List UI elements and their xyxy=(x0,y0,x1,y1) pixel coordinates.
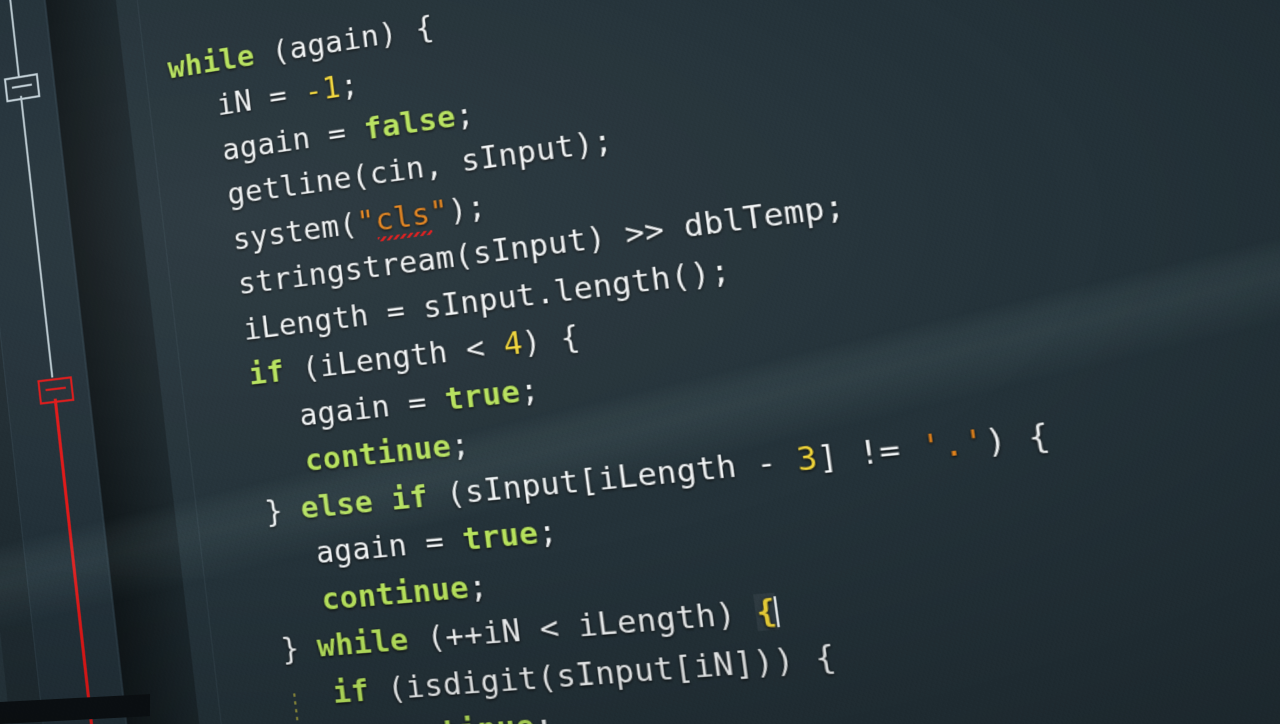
code-token: '.' xyxy=(918,422,988,467)
code-token: false xyxy=(361,98,458,147)
code-token: if xyxy=(330,672,372,711)
code-token: again = xyxy=(220,112,367,168)
fold-guide-line xyxy=(19,95,54,378)
misspelled-token: cls xyxy=(373,196,433,242)
code-line[interactable]: continue; xyxy=(382,702,557,724)
code-line[interactable]: stringstream(sInput) >> dblTemp; xyxy=(236,182,849,307)
code-token: getline(cin, sInput); xyxy=(225,123,615,213)
code-token: 3 xyxy=(794,439,820,479)
code-token: " xyxy=(427,193,451,231)
text-caret xyxy=(773,596,780,628)
code-token: ) { xyxy=(982,416,1053,461)
line-number: 533 xyxy=(0,605,2,659)
code-token: ; xyxy=(453,96,477,134)
code-token: ; xyxy=(533,707,557,724)
code-token: again = xyxy=(313,522,465,571)
code-token: continue xyxy=(383,709,537,724)
code-token: (iLength < xyxy=(282,328,506,389)
fold-toggle-icon[interactable] xyxy=(37,376,75,405)
code-token: } xyxy=(263,491,303,530)
code-token: (isdigit(sInput[iN])) { xyxy=(366,638,839,708)
indent-guide xyxy=(293,692,314,724)
code-token: } xyxy=(279,629,320,668)
code-line[interactable]: system("cls"); xyxy=(230,183,488,263)
code-token: while xyxy=(315,622,411,665)
code-token: ; xyxy=(535,513,560,552)
code-line[interactable]: continue; xyxy=(319,562,490,623)
code-token: again = xyxy=(297,382,448,433)
code-token: -1 xyxy=(302,70,343,110)
code-line[interactable] xyxy=(160,3,165,47)
code-token: (++iN < iLength) xyxy=(406,594,759,658)
code-token: iN = xyxy=(215,75,307,123)
code-line[interactable]: } else if (sInput[iLength - 3] != '.') { xyxy=(262,410,1053,535)
code-token: system( xyxy=(230,206,360,257)
code-token: else if xyxy=(298,478,431,526)
code-token: ) { xyxy=(520,319,582,362)
code-line[interactable]: if (iLength < 4) { xyxy=(246,313,583,398)
code-editor-screen: 5165175185195205215225235245255265275285… xyxy=(0,0,1280,724)
code-token: ); xyxy=(446,188,488,229)
code-line[interactable]: bool again = true; xyxy=(155,0,480,3)
code-text-area[interactable]: string sInput;int iLength, iN;double dbl… xyxy=(0,0,1280,724)
code-token: stringstream(sInput) >> dblTemp; xyxy=(236,188,848,302)
code-token: 4 xyxy=(501,325,525,364)
code-token: { xyxy=(753,592,779,632)
code-token: ; xyxy=(448,427,472,464)
fold-guide-line xyxy=(53,398,95,724)
code-token: " xyxy=(355,203,378,241)
code-token: ; xyxy=(517,371,542,410)
code-token: ] != xyxy=(814,429,924,477)
code-line[interactable]: again = false; xyxy=(220,91,477,174)
code-line[interactable]: again = true; xyxy=(313,508,560,577)
code-line[interactable]: getline(cin, sInput); xyxy=(225,117,616,218)
code-line[interactable]: if (isdigit(sInput[iN])) { xyxy=(330,632,839,716)
line-number: 534 xyxy=(0,650,7,703)
code-token: (again) { xyxy=(252,9,436,72)
code-token: ; xyxy=(338,67,361,105)
code-token: (sInput[iLength - xyxy=(425,441,800,514)
code-token: true xyxy=(442,373,523,418)
code-line[interactable]: while (again) { xyxy=(165,4,436,92)
code-token: if xyxy=(246,354,287,393)
code-fold-rail[interactable] xyxy=(0,0,115,724)
code-line[interactable]: } while (++iN < iLength) { xyxy=(279,587,781,674)
code-token: true xyxy=(460,515,541,558)
code-token: continue xyxy=(302,428,454,479)
code-line[interactable]: again = true; xyxy=(297,366,542,439)
code-line[interactable]: continue; xyxy=(302,421,472,485)
code-token: iLength = sInput.length(); xyxy=(241,252,733,348)
code-line[interactable]: iLength = sInput.length(); xyxy=(241,247,733,354)
code-token: ; xyxy=(466,568,490,606)
code-token: while xyxy=(166,38,257,86)
code-line[interactable]: iN = -1; xyxy=(214,62,361,129)
fold-guide-line xyxy=(0,0,20,76)
code-token: continue xyxy=(319,569,471,618)
editor-surface: 5165175185195205215225235245255265275285… xyxy=(0,0,1280,724)
